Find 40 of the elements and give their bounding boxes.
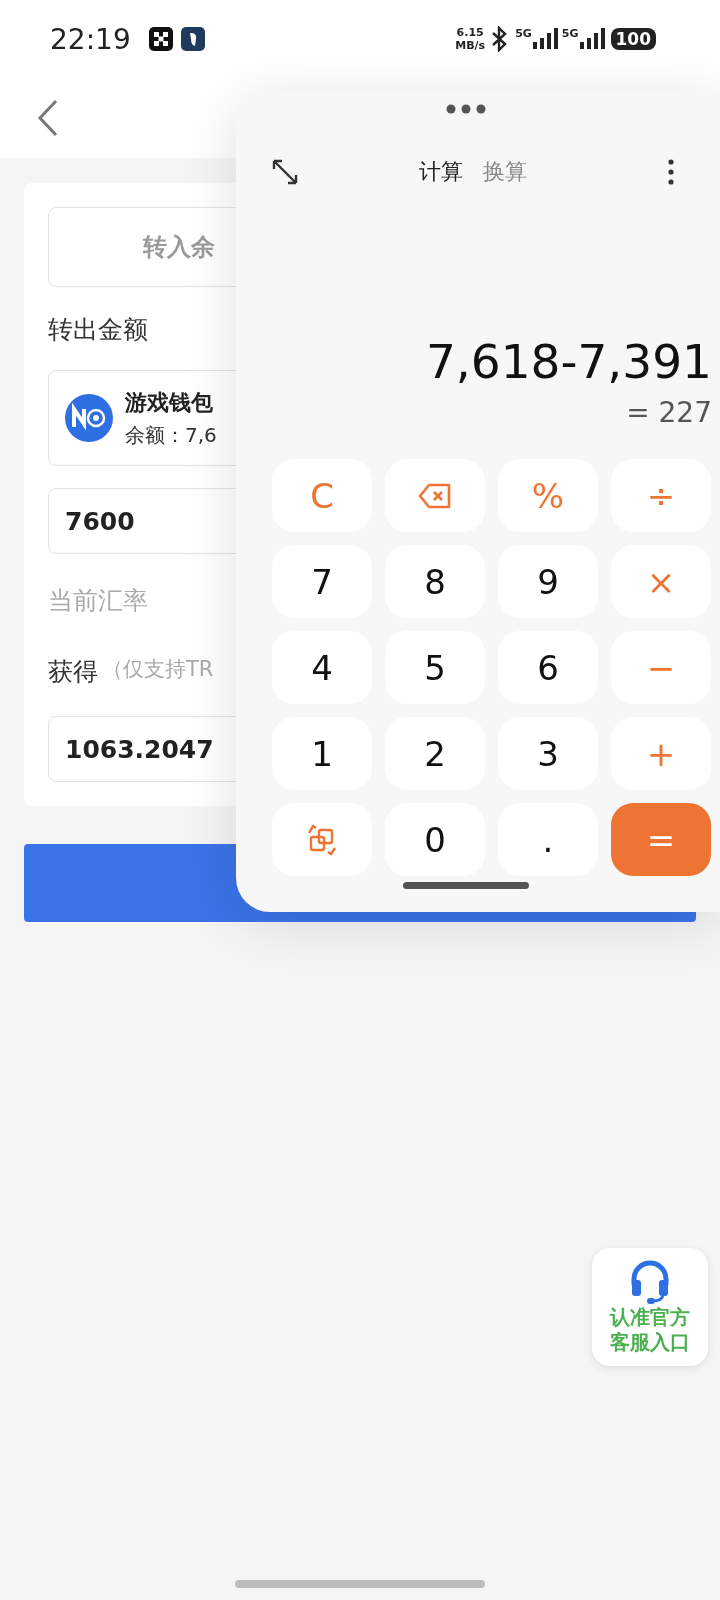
digit-key[interactable]: 3 (498, 717, 598, 790)
mode-tab[interactable]: 计算 (419, 157, 463, 187)
result-display: = 227 (626, 396, 712, 429)
amount-label: 转出金额 (48, 314, 148, 346)
wallet-name: 游戏钱包 (125, 388, 214, 417)
digit-key[interactable]: 2 (385, 717, 485, 790)
digit-key[interactable]: . (498, 803, 598, 876)
expand-icon[interactable] (272, 159, 298, 185)
signal-icon (578, 28, 605, 50)
app-icon (148, 27, 173, 51)
network-type: 5G (561, 28, 579, 39)
digit-key[interactable]: 8 (385, 545, 485, 618)
backspace-icon (418, 482, 452, 509)
digit-key[interactable]: 9 (498, 545, 598, 618)
wallet-balance: 余额：7,6 (125, 421, 217, 449)
receive-label: 获得 (48, 656, 98, 688)
battery-indicator: 100 (610, 28, 656, 50)
digit-key[interactable]: 4 (272, 631, 372, 704)
wallet-logo-icon (65, 394, 113, 442)
rate-label: 当前汇率 (48, 585, 148, 617)
speed-unit: MB/s (455, 39, 486, 52)
network-speed: 6.15 (456, 26, 484, 39)
digit-key[interactable]: 1 (272, 717, 372, 790)
backspace-key[interactable] (385, 459, 485, 532)
network-type: 5G (515, 28, 532, 39)
digit-key[interactable]: 0 (385, 803, 485, 876)
back-icon[interactable] (36, 99, 60, 137)
signal-icon (531, 28, 558, 50)
convert-key[interactable] (272, 803, 372, 876)
digit-key[interactable]: 7 (272, 545, 372, 618)
digit-key[interactable]: 6 (498, 631, 598, 704)
expression-display: 7,618-7,391 (425, 333, 712, 391)
app-icon (180, 27, 205, 51)
more-icon[interactable] (668, 159, 674, 185)
window-handle[interactable] (403, 882, 529, 889)
convert-icon (305, 822, 339, 857)
receive-note: （仅支持TR (102, 656, 214, 683)
clock-time: 22:19 (50, 22, 131, 56)
drag-handle-icon[interactable] (446, 104, 486, 114)
digit-key[interactable]: 5 (385, 631, 485, 704)
